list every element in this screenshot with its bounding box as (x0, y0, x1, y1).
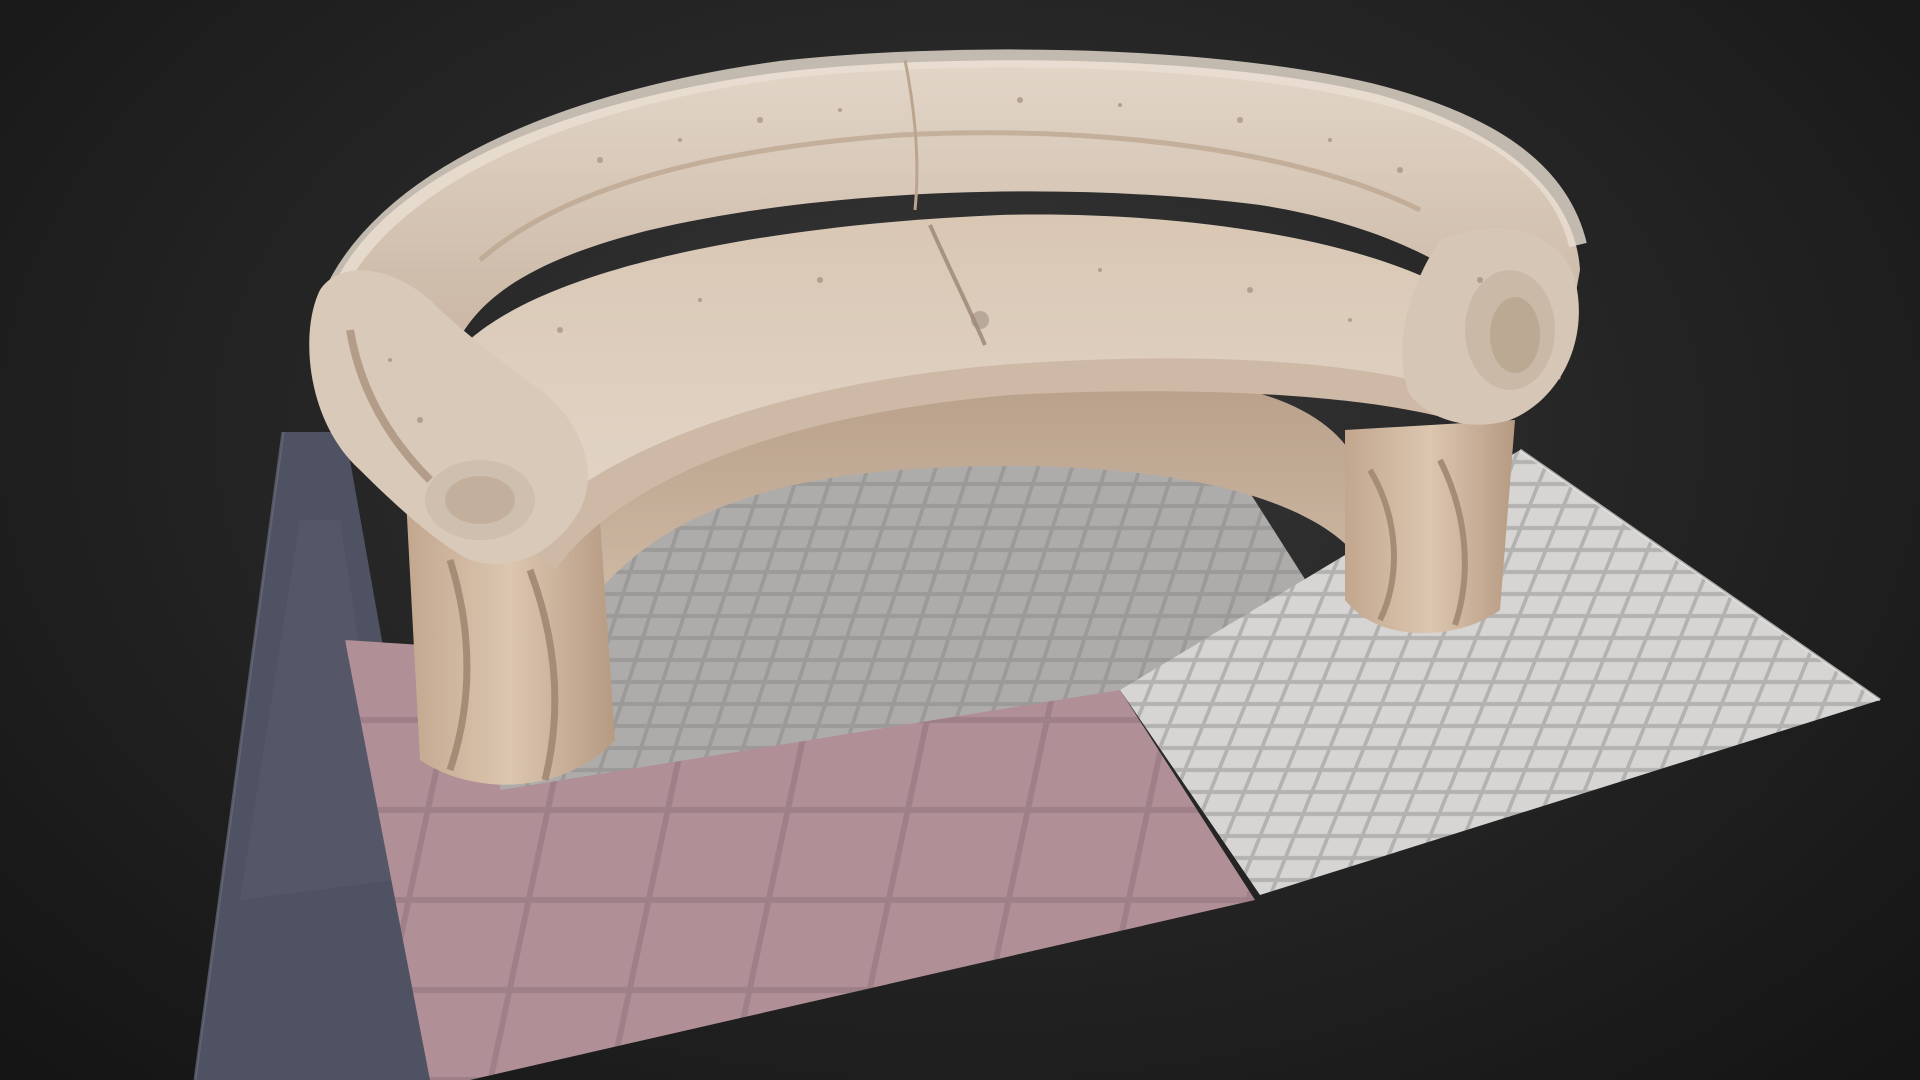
model-viewport[interactable] (0, 0, 1920, 1080)
bench-leg-right (1345, 420, 1515, 634)
bench-scan-scene (193, 49, 1881, 1080)
